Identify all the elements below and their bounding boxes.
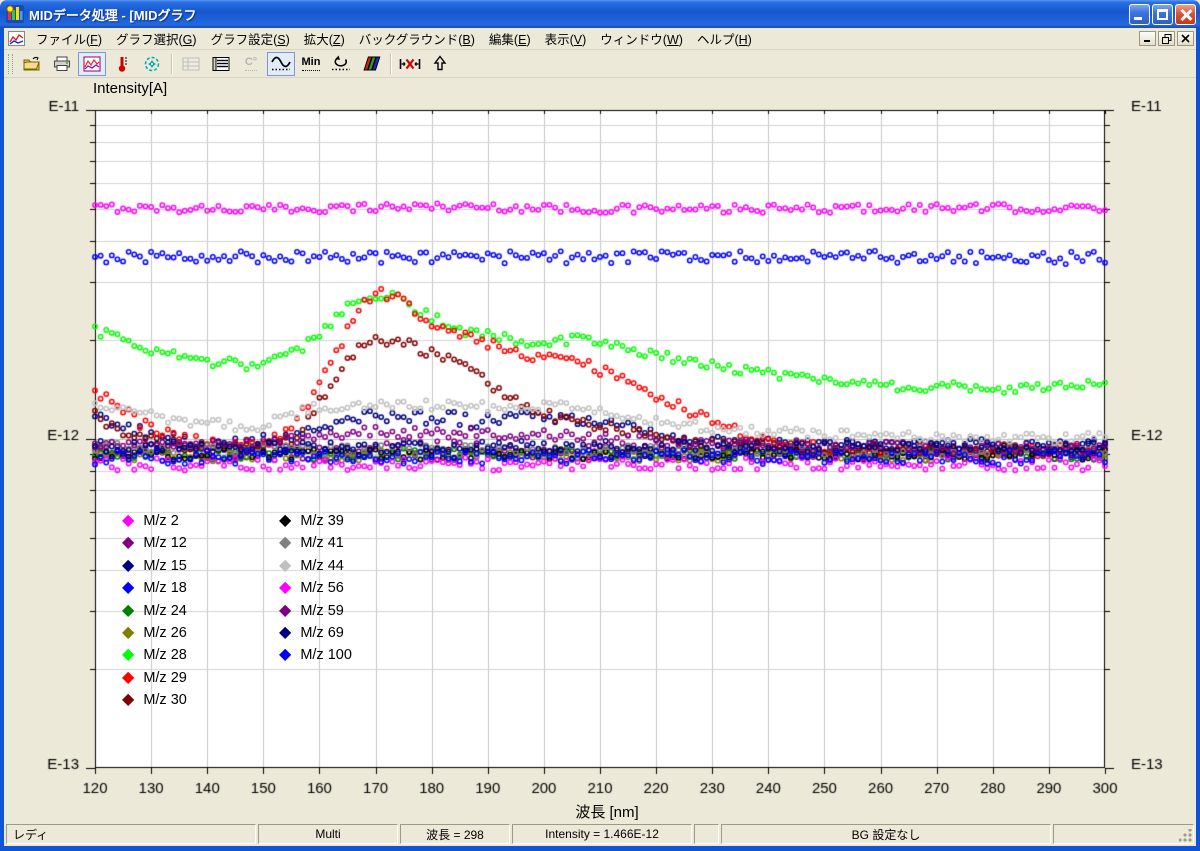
window-title: MIDデータ処理 - [MIDグラフ — [29, 5, 1127, 24]
menu-item-help[interactable]: ヘルプ(H) — [690, 27, 759, 51]
menu-bar: ファイル(F)グラフ選択(G)グラフ設定(S)拡大(Z)バックグラウンド(B)編… — [4, 28, 1196, 50]
mdi-child-icon — [8, 31, 25, 46]
thermometer-icon — [115, 55, 129, 73]
up-arrow-icon — [432, 55, 448, 72]
printer-icon — [53, 56, 71, 72]
celsius-button: C° — [237, 52, 265, 76]
menu-item-file[interactable]: ファイル(F) — [29, 27, 109, 51]
toolbar-separator — [171, 54, 172, 74]
clear-range-button[interactable] — [396, 52, 424, 76]
fit-window-button[interactable] — [138, 52, 166, 76]
mdi-minimize-icon — [1143, 34, 1152, 43]
minimize-icon — [1134, 17, 1142, 20]
sine-wave-icon — [271, 55, 291, 72]
status-panel-mode: Multi — [258, 824, 398, 844]
thermometer-button[interactable] — [108, 52, 136, 76]
list-lines-icon — [212, 56, 230, 72]
mdi-restore-icon — [1162, 34, 1172, 44]
menu-item-view[interactable]: 表示(V) — [538, 27, 594, 51]
y-axis-title: Intensity[A] — [93, 80, 167, 97]
filter-books-button[interactable] — [357, 52, 385, 76]
toolbar: C° Min — [4, 50, 1196, 78]
status-panel-empty — [1053, 824, 1194, 844]
print-button[interactable] — [48, 52, 76, 76]
graph-view-button[interactable] — [78, 52, 106, 76]
mdi-minimize-button[interactable] — [1139, 31, 1156, 46]
graph-view: Intensity[A] 波長 [nm] ◆M/z 2◆M/z 12◆M/z 1… — [4, 78, 1196, 822]
fit-arrows-icon — [143, 56, 161, 72]
export-up-button[interactable] — [426, 52, 454, 76]
min-scale-button[interactable]: Min — [297, 52, 325, 76]
status-bar: レディMulti波長 = 298Intensity = 1.466E-12 BG … — [4, 822, 1196, 846]
mid-graph-canvas[interactable] — [4, 78, 1196, 822]
mdi-restore-button[interactable] — [1158, 31, 1175, 46]
status-panel-bg-setting: BG 設定なし — [721, 824, 1051, 844]
title-bar: MIDデータ処理 - [MIDグラフ — [0, 0, 1200, 28]
min-label: Min — [302, 56, 321, 70]
app-window: MIDデータ処理 - [MIDグラフ ファイル(F)グラフ選択(G)グラフ設定(… — [0, 0, 1200, 851]
menu-item-zoom[interactable]: 拡大(Z) — [297, 27, 352, 51]
status-panel-intensity: Intensity = 1.466E-12 — [512, 824, 692, 844]
app-icon — [6, 5, 24, 23]
maximize-button[interactable] — [1152, 4, 1173, 25]
celsius-label: C° — [245, 56, 257, 70]
menu-item-graph-select[interactable]: グラフ選択(G) — [109, 27, 204, 51]
reset-scale-button[interactable] — [327, 52, 355, 76]
x-axis-title: 波長 [nm] — [575, 801, 638, 822]
status-panel-ready: レディ — [6, 824, 256, 844]
grid-icon — [182, 56, 200, 72]
menu-item-graph-settings[interactable]: グラフ設定(S) — [204, 27, 297, 51]
status-panel-spacer — [694, 824, 719, 844]
circular-arrow-icon — [331, 55, 351, 72]
window-body: ファイル(F)グラフ選択(G)グラフ設定(S)拡大(Z)バックグラウンド(B)編… — [0, 28, 1200, 851]
mdi-close-icon — [1181, 34, 1190, 43]
menu-item-edit[interactable]: 編集(E) — [482, 27, 538, 51]
list-view-button[interactable] — [207, 52, 235, 76]
maximize-icon — [1157, 9, 1168, 20]
resize-grip[interactable] — [1179, 829, 1192, 842]
status-panel-wavelength: 波長 = 298 — [400, 824, 510, 844]
delete-range-icon — [399, 56, 421, 72]
grid-table-button — [177, 52, 205, 76]
menu-item-background[interactable]: バックグラウンド(B) — [352, 27, 482, 51]
open-folder-icon — [23, 56, 41, 72]
toolbar-separator — [390, 54, 391, 74]
open-file-button[interactable] — [18, 52, 46, 76]
close-button[interactable] — [1175, 4, 1196, 25]
mdi-close-button[interactable] — [1177, 31, 1194, 46]
minimize-button[interactable] — [1129, 4, 1150, 25]
menu-item-window[interactable]: ウィンドウ(W) — [593, 27, 690, 51]
wave-scale-button[interactable] — [267, 52, 295, 76]
toolbar-grip[interactable] — [8, 54, 13, 74]
menu-items: ファイル(F)グラフ選択(G)グラフ設定(S)拡大(Z)バックグラウンド(B)編… — [29, 27, 759, 51]
graph-icon — [83, 56, 101, 72]
books-stack-icon — [361, 55, 381, 72]
